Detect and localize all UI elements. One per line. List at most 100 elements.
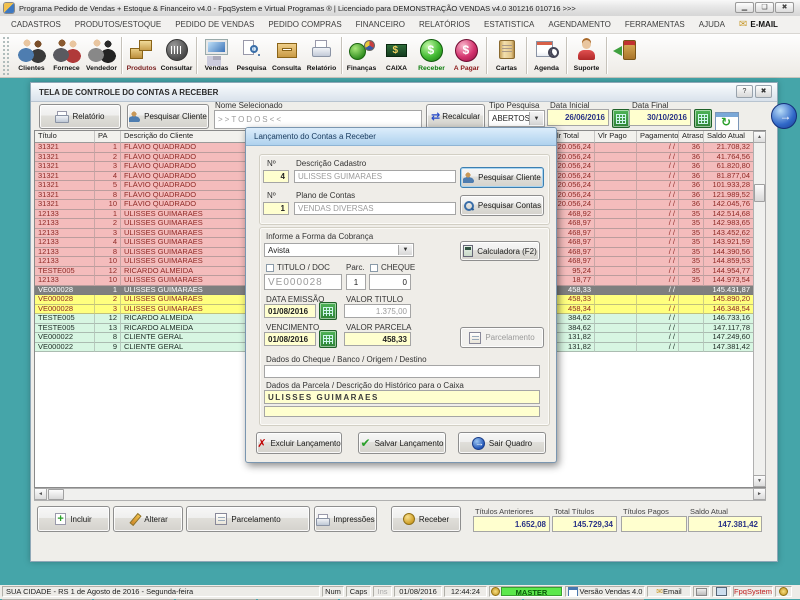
pay-dollar-icon: [452, 37, 482, 64]
column-header[interactable]: PA: [95, 131, 121, 143]
toolbar-item-fornece[interactable]: Fornece: [49, 34, 84, 77]
toolbar-item-apagar[interactable]: A Pagar: [449, 34, 484, 77]
menu-item-cadastros[interactable]: CADASTROS: [4, 16, 68, 34]
refresh-window-icon[interactable]: [715, 112, 739, 132]
scroll-down-icon[interactable]: ▼: [753, 475, 766, 487]
menu-item-agendamento[interactable]: AGENDAMENTO: [541, 16, 618, 34]
parc-field[interactable]: 1: [346, 274, 366, 290]
scroll-up-icon[interactable]: ▲: [753, 131, 766, 143]
search-accounts-button[interactable]: Pesquisar Contas: [460, 195, 544, 216]
toolbar-item-clientes[interactable]: Clientes: [14, 34, 49, 77]
cheque-checkbox[interactable]: [370, 264, 378, 272]
search-client-button[interactable]: Pesquisar Cliente: [127, 104, 209, 129]
menu-item-ferramentas[interactable]: FERRAMENTAS: [618, 16, 692, 34]
toolbar-item-vendedor[interactable]: Vendedor: [84, 34, 119, 77]
toolbar-item-receber[interactable]: Receber: [414, 34, 449, 77]
modal-search-client-button[interactable]: Pesquisar Cliente: [460, 167, 544, 188]
recalculate-button[interactable]: Recalcular: [426, 104, 485, 129]
menu-item-produtos-estoque[interactable]: PRODUTOS/ESTOQUE: [68, 16, 168, 34]
cheque-field[interactable]: 0: [369, 274, 411, 290]
toolbar-item-consultar[interactable]: Consultar: [159, 34, 194, 77]
valor-parcela-field[interactable]: 458,33: [344, 332, 411, 346]
printer-icon: [316, 514, 329, 525]
titulo-doc-checkbox[interactable]: [266, 264, 274, 272]
toolbar-separator: [606, 37, 607, 74]
sales-monitor-icon: [202, 37, 232, 64]
historico-field-2[interactable]: [264, 406, 540, 417]
plano-field[interactable]: VENDAS DIVERSAS: [294, 202, 456, 215]
cadastro-desc-field[interactable]: ULISSES GUIMARAES: [294, 170, 456, 183]
column-header[interactable]: Atraso: [679, 131, 704, 143]
window-close-button[interactable]: ✖: [755, 85, 772, 98]
table-cell: ULISSES GUIMARAES: [121, 276, 249, 286]
footer-button-incluir[interactable]: Incluir: [37, 506, 110, 532]
calendar-icon[interactable]: [319, 302, 337, 320]
restore-button[interactable]: ❏: [755, 2, 774, 13]
report-button[interactable]: Relatório: [39, 104, 121, 129]
menu-item-pedido-compras[interactable]: PEDIDO COMPRAS: [261, 16, 348, 34]
footer-button-receber[interactable]: Receber: [391, 506, 461, 532]
valor-titulo-field[interactable]: 1.375,00: [344, 304, 411, 318]
toolbar-item-finanas[interactable]: Finanças: [344, 34, 379, 77]
toolbar-item-vendas[interactable]: Vendas: [199, 34, 234, 77]
cobranca-select[interactable]: Avista ▼: [264, 243, 414, 257]
toolbar-item-cartas[interactable]: Cartas: [489, 34, 524, 77]
exit-modal-button[interactable]: Sair Quadro: [458, 432, 546, 454]
menu-item-relat-rios[interactable]: RELATÓRIOS: [412, 16, 477, 34]
footer-button-impresses[interactable]: Impressões: [314, 506, 377, 532]
menu-item-estatistica[interactable]: ESTATISTICA: [477, 16, 541, 34]
toolbar-item-agenda[interactable]: Agenda: [529, 34, 564, 77]
scroll-left-icon[interactable]: ◄: [34, 488, 47, 500]
toolbar-item-exit[interactable]: [609, 34, 644, 77]
toolbar-item-relatrio[interactable]: Relatório: [304, 34, 339, 77]
titulo-doc-field[interactable]: VE000028: [264, 274, 342, 290]
go-arrow-icon[interactable]: [771, 103, 797, 129]
save-entry-button[interactable]: Salvar Lançamento: [358, 432, 446, 454]
envelope-icon: ✉: [656, 587, 663, 596]
scroll-thumb[interactable]: [754, 184, 765, 202]
toolbar-item-pesquisa[interactable]: Pesquisa: [234, 34, 269, 77]
date-start-input[interactable]: 26/06/2016: [547, 109, 609, 126]
horizontal-scrollbar[interactable]: ◄ ►: [34, 488, 766, 501]
vencimento-field[interactable]: 01/08/2016: [264, 332, 316, 346]
vertical-scrollbar[interactable]: ▲ ▼: [753, 131, 766, 487]
menu-item-pedido-de-vendas[interactable]: PEDIDO DE VENDAS: [168, 16, 261, 34]
calendar-icon[interactable]: [612, 109, 630, 128]
calendar-icon[interactable]: [319, 330, 337, 348]
help-button[interactable]: ?: [736, 85, 753, 98]
parcelamento-button[interactable]: Parcelamento: [460, 327, 544, 348]
column-header[interactable]: Saldo Atual: [704, 131, 754, 143]
column-header[interactable]: Título: [35, 131, 95, 143]
toolbar-item-caixa[interactable]: CAIXA: [379, 34, 414, 77]
table-cell: / /: [637, 229, 679, 239]
scroll-thumb[interactable]: [48, 489, 64, 500]
historico-field[interactable]: ULISSES GUIMARAES: [264, 390, 540, 404]
plano-num-field[interactable]: 1: [263, 202, 289, 215]
column-header[interactable]: Vlr Pago: [595, 131, 637, 143]
column-header[interactable]: Descrição do Cliente: [121, 131, 249, 143]
calendar-icon[interactable]: [694, 109, 712, 128]
delete-entry-button[interactable]: Excluir Lançamento: [256, 432, 342, 454]
close-button[interactable]: ✖: [775, 2, 794, 13]
footer-button-parcelamento[interactable]: Parcelamento: [186, 506, 310, 532]
toolbar-item-suporte[interactable]: Suporte: [569, 34, 604, 77]
column-header[interactable]: Pagamento: [637, 131, 679, 143]
date-end-input[interactable]: 30/10/2016: [629, 109, 691, 126]
cadastro-num-field[interactable]: 4: [263, 170, 289, 183]
status-cell-email[interactable]: ✉ Email: [647, 586, 691, 597]
menu-item-ajuda[interactable]: AJUDA: [692, 16, 732, 34]
toolbar-item-produtos[interactable]: Produtos: [124, 34, 159, 77]
minimize-button[interactable]: ▁: [735, 2, 754, 13]
table-cell: 5: [95, 181, 121, 191]
cheque-dados-field[interactable]: [264, 365, 540, 378]
emissao-field[interactable]: 01/08/2016: [264, 304, 316, 318]
menu-item-email[interactable]: ✉E-MAIL: [732, 16, 785, 34]
total-label: Títulos Anteriores: [475, 507, 533, 516]
footer-button-alterar[interactable]: Alterar: [113, 506, 183, 532]
monitor-icon: [716, 587, 727, 596]
toolbar-item-consulta[interactable]: Consulta: [269, 34, 304, 77]
scroll-right-icon[interactable]: ►: [753, 488, 766, 500]
calculator-button[interactable]: Calculadora (F2): [460, 241, 540, 261]
menu-item-financeiro[interactable]: FINANCEIRO: [349, 16, 412, 34]
search-type-select[interactable]: ABERTOS ▼: [488, 110, 545, 127]
